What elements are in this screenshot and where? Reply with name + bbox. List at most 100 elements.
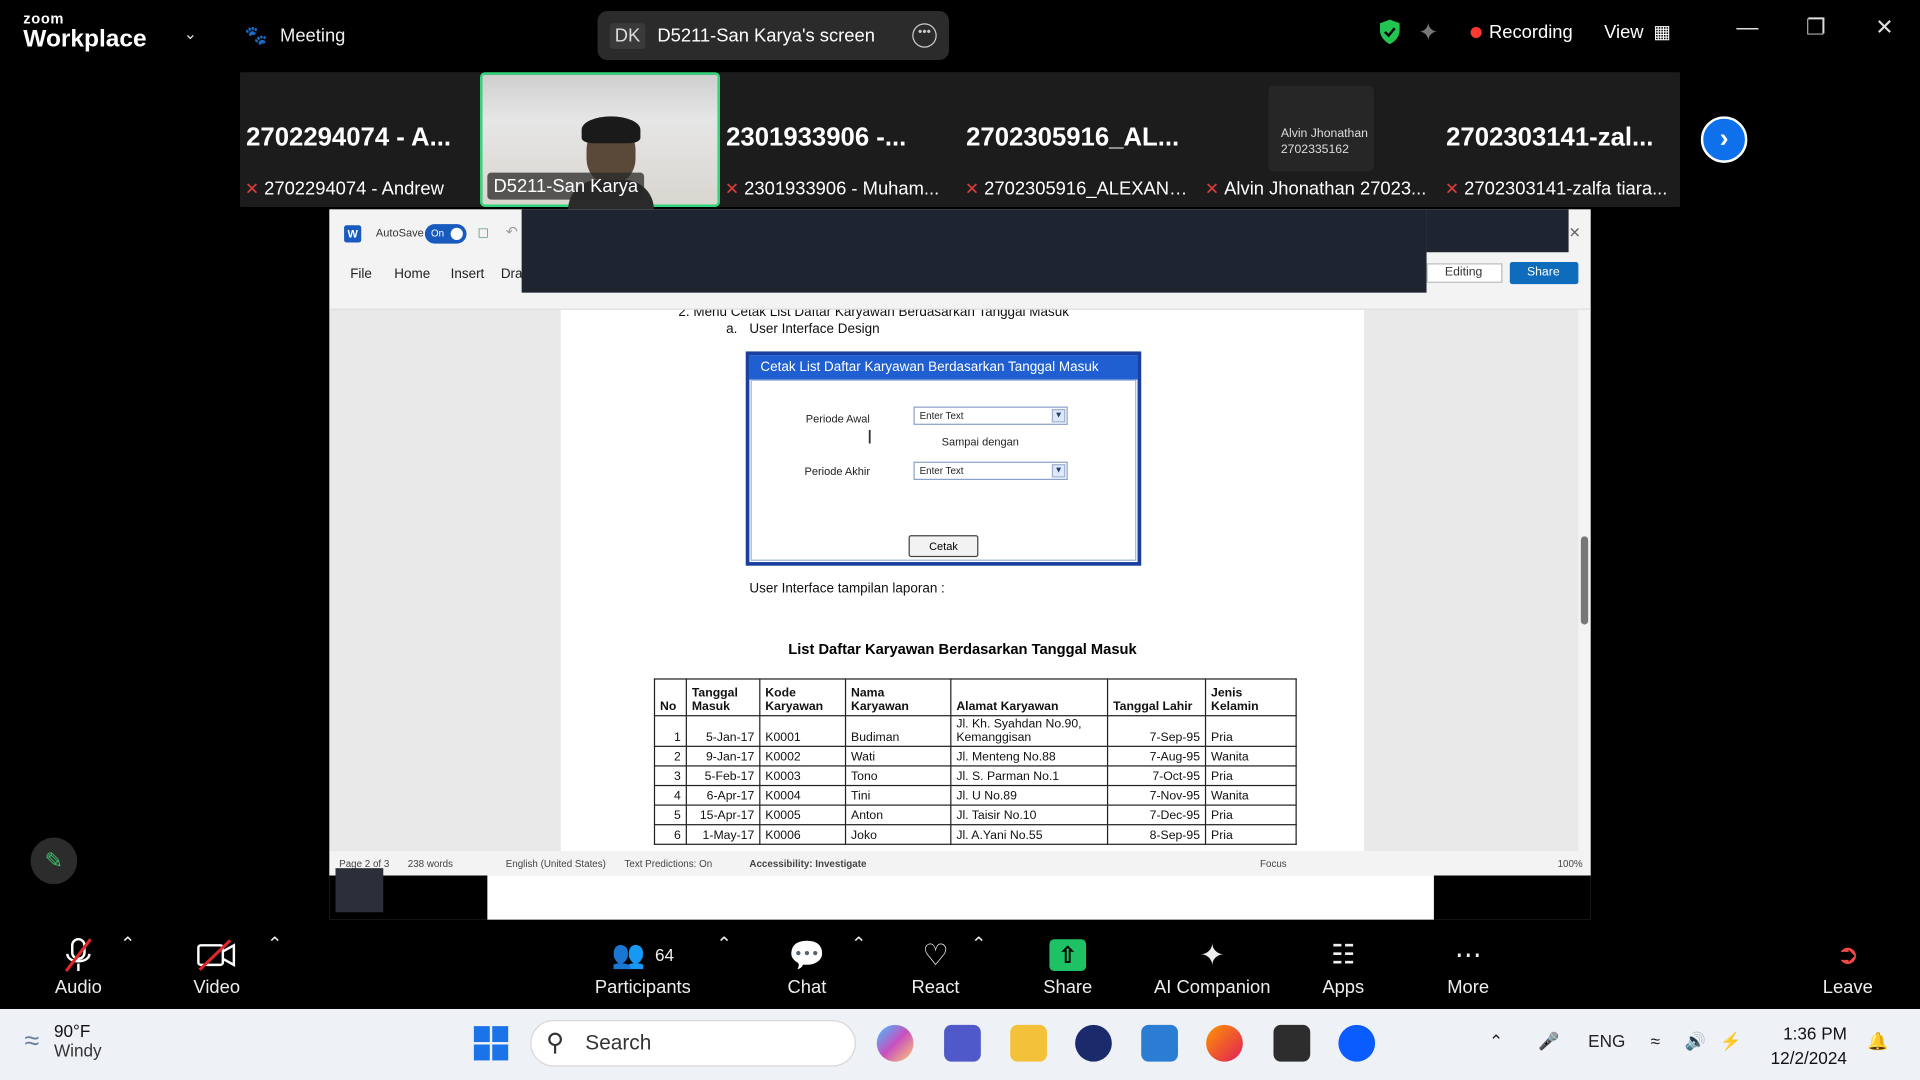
participant-tile[interactable]: 2301933906 -... ✕ 2301933906 - Muham... bbox=[720, 72, 961, 207]
minimize-icon[interactable]: — bbox=[1729, 15, 1766, 41]
accessibility-status[interactable]: Accessibility: Investigate bbox=[749, 858, 866, 869]
active-speaker-tile[interactable]: D5211-San Karya bbox=[480, 72, 721, 210]
firefox-icon[interactable] bbox=[1206, 1024, 1243, 1062]
tab-insert[interactable]: Insert bbox=[451, 267, 485, 282]
chevron-down-icon[interactable]: ⌄ bbox=[184, 24, 197, 44]
zoom-app-icon[interactable] bbox=[1338, 1024, 1376, 1062]
cell-nama: Joko bbox=[844, 824, 952, 845]
brand-bottom: Workplace bbox=[23, 25, 147, 53]
tab-draw[interactable]: Dra bbox=[501, 267, 523, 282]
language-indicator[interactable]: ENG bbox=[1588, 1031, 1625, 1051]
chat-icon: 💬 bbox=[788, 938, 826, 972]
recording-indicator[interactable]: Recording bbox=[1470, 22, 1573, 43]
cell-no: 4 bbox=[653, 784, 687, 806]
more-button[interactable]: ⋯ More bbox=[1439, 933, 1498, 998]
view-button[interactable]: View ▦ bbox=[1604, 21, 1671, 43]
volume-icon[interactable]: 🔊 bbox=[1685, 1031, 1706, 1052]
cell-jenis-kelamin: Wanita bbox=[1204, 784, 1297, 806]
close-icon[interactable]: ✕ bbox=[1569, 224, 1581, 241]
taskbar-search[interactable]: ⚲ Search bbox=[530, 1020, 856, 1067]
system-clock[interactable]: 1:36 PM 12/2/2024 bbox=[1771, 1021, 1847, 1070]
grid-icon: ▦ bbox=[1653, 22, 1671, 43]
save-icon[interactable]: □ bbox=[479, 224, 488, 241]
participant-tile[interactable]: 2702303141-zal... ✕ 2702303141-zalfa tiar… bbox=[1440, 72, 1681, 207]
screen-share-indicator[interactable]: DK D5211-San Karya's screen ••• bbox=[597, 11, 949, 61]
video-options-caret[interactable]: ⌃ bbox=[267, 933, 282, 955]
language-status[interactable]: English (United States) bbox=[506, 858, 606, 869]
battery-icon[interactable]: ⚡ bbox=[1720, 1031, 1741, 1052]
zoom-logo[interactable]: zoom Workplace bbox=[23, 11, 146, 51]
cell-tanggal-lahir: 7-Sep-95 bbox=[1106, 715, 1207, 747]
focus-mode[interactable]: Focus bbox=[1260, 858, 1287, 869]
editing-mode-button[interactable]: Editing bbox=[1426, 263, 1503, 283]
copilot-icon[interactable] bbox=[876, 1024, 914, 1062]
ai-sparkle-icon[interactable]: ✦ bbox=[1418, 17, 1439, 48]
chat-options-caret[interactable]: ⌃ bbox=[851, 933, 866, 955]
cell-kode: K0006 bbox=[759, 824, 847, 845]
close-icon[interactable]: ✕ bbox=[1866, 15, 1903, 41]
next-page-button[interactable]: › bbox=[1700, 116, 1748, 163]
weather-condition: Windy bbox=[53, 1040, 102, 1061]
windows-taskbar: ≈ 90°F Windy ⚲ Search ⌃ 🎤 ENG ≈ 🔊 ⚡ 1:36… bbox=[0, 1008, 1920, 1080]
column-header: Tanggal Masuk bbox=[685, 678, 761, 717]
word-count[interactable]: 238 words bbox=[408, 858, 453, 869]
restore-icon[interactable]: ❐ bbox=[1798, 15, 1835, 41]
eclipse-icon[interactable] bbox=[1075, 1024, 1112, 1062]
participant-tile[interactable]: 2702294074 - A... ✕ 2702294074 - Andrew bbox=[240, 72, 481, 207]
undo-icon[interactable]: ↶ bbox=[506, 223, 518, 240]
periode-akhir-label: Periode Akhir bbox=[804, 465, 871, 478]
file-explorer-icon[interactable] bbox=[1010, 1024, 1047, 1062]
vertical-scrollbar[interactable] bbox=[1578, 309, 1591, 852]
notification-bell-icon[interactable]: 🔔 bbox=[1867, 1031, 1888, 1052]
chat-button[interactable]: 💬 Chat bbox=[778, 933, 837, 998]
shield-icon[interactable] bbox=[1378, 18, 1402, 45]
audio-button[interactable]: Audio bbox=[49, 933, 108, 998]
participants-options-caret[interactable]: ⌃ bbox=[716, 933, 731, 955]
table-row: 6 1-May-17 K0006 Joko Jl. A.Yani No.55 8… bbox=[653, 824, 1297, 845]
apps-label: Apps bbox=[1322, 977, 1365, 998]
title-bar: zoom Workplace ⌄ 🐾 Meeting DK D5211-San … bbox=[0, 0, 1920, 69]
chevron-up-icon[interactable]: ⌃ bbox=[1489, 1031, 1503, 1052]
autosave-toggle[interactable]: On bbox=[424, 224, 467, 244]
participant-tile[interactable]: 2702305916_AL... ✕ 2702305916_ALEXAND... bbox=[960, 72, 1201, 207]
teams-icon[interactable] bbox=[944, 1024, 981, 1062]
share-button[interactable]: ⇧ Share bbox=[1038, 933, 1097, 998]
annotate-pen-icon[interactable]: ✎ bbox=[30, 837, 78, 885]
tab-home[interactable]: Home bbox=[394, 267, 430, 282]
react-options-caret[interactable]: ⌃ bbox=[971, 933, 986, 955]
apps-button[interactable]: ☷ Apps bbox=[1314, 933, 1373, 998]
brand-top: zoom bbox=[23, 9, 65, 27]
weather-widget[interactable]: ≈ 90°F Windy bbox=[24, 1021, 101, 1060]
vscode-icon[interactable] bbox=[1141, 1024, 1178, 1062]
meeting-menu-button[interactable]: 🐾 Meeting bbox=[245, 20, 345, 52]
wifi-icon[interactable]: ≈ bbox=[1651, 1031, 1660, 1051]
participant-label: ✕ 2702303141-zalfa tiara... bbox=[1445, 175, 1678, 202]
predictions-status[interactable]: Text Predictions: On bbox=[624, 858, 712, 869]
participants-icon: 👥 64 bbox=[611, 939, 675, 970]
cell-kode: K0002 bbox=[759, 745, 847, 767]
subheading: User Interface Design bbox=[749, 322, 880, 337]
column-header: Jenis Kelamin bbox=[1204, 678, 1297, 717]
word-share-button[interactable]: Share bbox=[1509, 262, 1579, 285]
participants-label: Participants bbox=[594, 977, 691, 998]
start-button[interactable] bbox=[473, 1026, 509, 1061]
sticky-notes-icon[interactable] bbox=[1273, 1024, 1311, 1062]
react-button[interactable]: ♡ React bbox=[906, 933, 965, 998]
cell-tanggal-lahir: 7-Nov-95 bbox=[1106, 784, 1207, 806]
search-icon: ⚲ bbox=[546, 1029, 565, 1057]
scrollbar-thumb[interactable] bbox=[1580, 536, 1589, 625]
audio-options-caret[interactable]: ⌃ bbox=[120, 933, 135, 955]
video-button[interactable]: Video bbox=[187, 933, 246, 998]
ai-companion-button[interactable]: ✦ AI Companion bbox=[1151, 933, 1273, 998]
share-screen-icon: ⇧ bbox=[1049, 939, 1087, 972]
more-options-icon[interactable]: ••• bbox=[912, 23, 937, 48]
word-icon: W bbox=[344, 225, 362, 243]
mic-icon[interactable]: 🎤 bbox=[1538, 1031, 1559, 1052]
tab-file[interactable]: File bbox=[350, 267, 372, 282]
leave-button[interactable]: ➲ Leave bbox=[1818, 933, 1877, 998]
ruler[interactable] bbox=[329, 292, 1591, 310]
zoom-level[interactable]: 100% bbox=[1558, 858, 1583, 869]
table-row: 3 5-Feb-17 K0003 Tono Jl. S. Parman No.1… bbox=[653, 765, 1297, 787]
document-page[interactable]: 2. Menu Cetak List Daftar Karyawan Berda… bbox=[560, 309, 1365, 852]
participants-button[interactable]: 👥 64 Participants bbox=[588, 933, 698, 998]
